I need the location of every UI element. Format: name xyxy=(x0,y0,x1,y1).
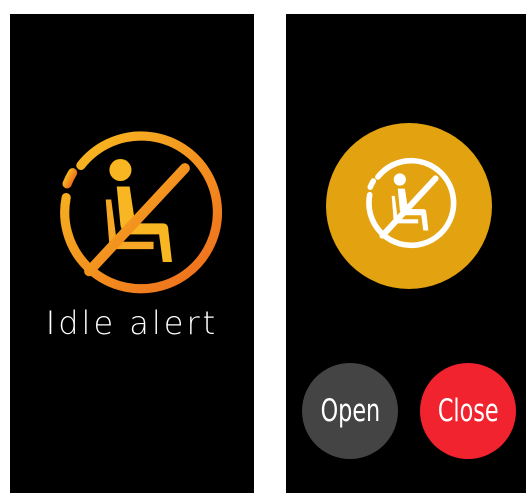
idle-alert-toggle-screen: Open Close xyxy=(286,14,526,493)
open-button-label: Open xyxy=(320,393,380,429)
open-button[interactable]: Open xyxy=(302,363,398,459)
idle-alert-screen: Idle alert xyxy=(10,14,254,493)
close-button[interactable]: Close xyxy=(420,363,516,459)
no-sitting-icon xyxy=(366,157,457,249)
idle-alert-title: Idle alert xyxy=(45,304,219,342)
close-button-label: Close xyxy=(437,393,499,429)
no-sitting-icon xyxy=(60,131,223,294)
idle-alert-badge xyxy=(326,123,492,289)
